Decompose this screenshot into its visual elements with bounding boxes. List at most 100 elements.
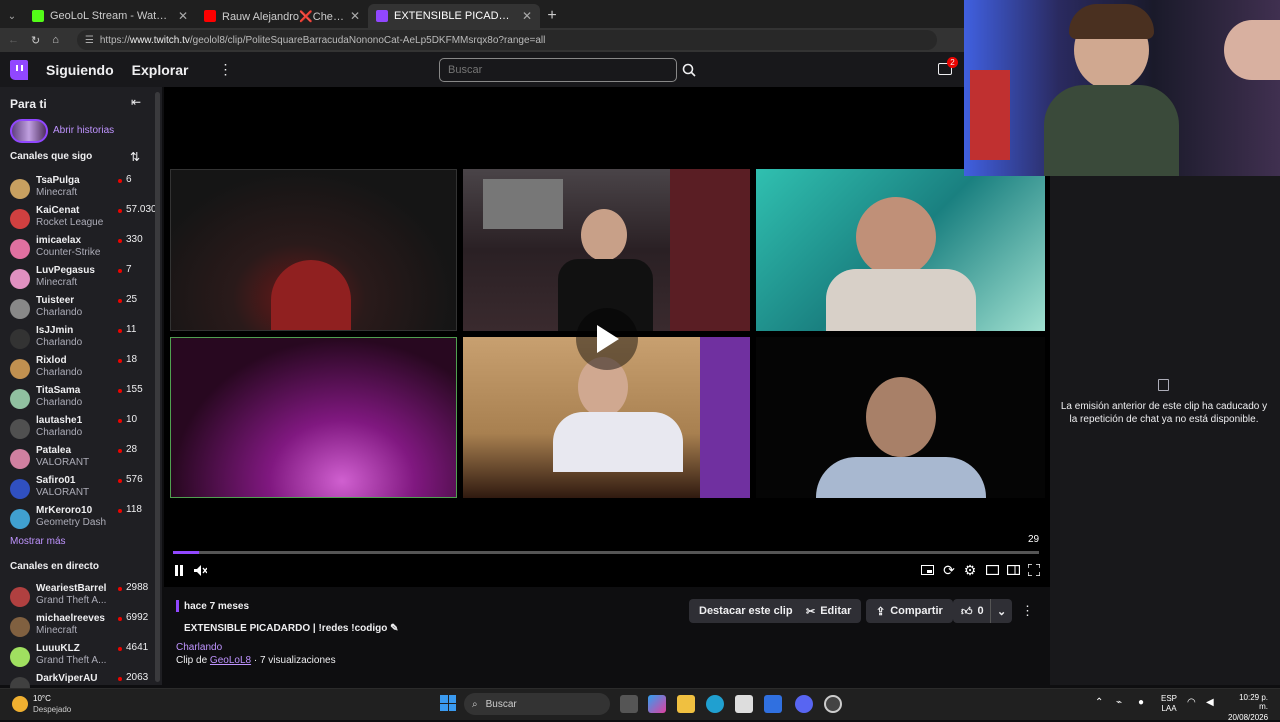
channel-name: DarkViperAU (36, 673, 98, 684)
avatar (10, 419, 30, 439)
loop-button[interactable]: ⟳ (942, 562, 956, 578)
sidebar-channel-tsapulga[interactable]: TsaPulga Minecraft 6 (0, 174, 152, 205)
chrome-icon[interactable] (824, 695, 842, 713)
task-view-icon[interactable] (620, 695, 638, 713)
stories-avatars[interactable] (10, 119, 48, 143)
browser-tab-3[interactable]: EXTENSIBLE PICADARDO | !redes |✕ (368, 4, 540, 28)
sidebar-channel-patalea[interactable]: Patalea VALORANT 28 (0, 444, 152, 475)
miniplayer-button[interactable] (920, 563, 934, 577)
volume-icon[interactable]: ◀ (1206, 697, 1214, 708)
close-tab-icon[interactable]: ✕ (178, 9, 188, 23)
new-tab-icon[interactable]: + (540, 4, 564, 28)
collapse-sidebar-icon[interactable]: ⇤ (131, 95, 141, 109)
sidebar-channel-lautashe1[interactable]: lautashe1 Charlando 10 (0, 414, 152, 445)
show-more-link[interactable]: Mostrar más (10, 536, 66, 547)
pencil-icon[interactable]: ✎ (390, 623, 398, 634)
close-tab-icon[interactable]: ✕ (522, 9, 532, 23)
sidebar-channel-weariestbarrel[interactable]: WeariestBarrel Grand Theft A... 2988 (0, 582, 152, 613)
microphone-icon[interactable]: ● (1138, 697, 1144, 708)
sidebar-channel-rixlod[interactable]: Rixlod Charlando 18 (0, 354, 152, 385)
sidebar-channel-titasama[interactable]: TitaSama Charlando 155 (0, 384, 152, 415)
weather-icon[interactable] (12, 696, 28, 712)
browser-tab-2[interactable]: Rauw Alejandro❌Chencho Corle✕ (196, 4, 368, 28)
sidebar-scrollbar[interactable] (155, 92, 160, 682)
sidebar-toggle-button[interactable] (1006, 563, 1020, 577)
sidebar-channel-luvpegasus[interactable]: LuvPegasus Minecraft 7 (0, 264, 152, 295)
play-button[interactable] (576, 308, 638, 370)
edge-icon[interactable] (706, 695, 724, 713)
mute-button[interactable] (193, 563, 207, 577)
copilot-icon[interactable] (648, 695, 666, 713)
twitch-logo-icon[interactable] (10, 59, 28, 80)
pause-button[interactable] (172, 563, 186, 577)
channel-link[interactable]: GeoLoL8 (210, 655, 251, 666)
channel-game: Charlando (36, 337, 83, 348)
back-icon[interactable]: ← (8, 34, 19, 46)
pause-icon (175, 564, 183, 576)
sidebar-channel-mrkeroro10[interactable]: MrKeroro10 Geometry Dash 118 (0, 504, 152, 535)
fullscreen-button[interactable] (1027, 563, 1041, 577)
sidebar-channel-michaelreeves[interactable]: michaelreeves Minecraft 6992 (0, 612, 152, 643)
url-field[interactable]: ☰ https://www.twitch.tv/geolol8/clip/Pol… (76, 30, 937, 50)
language-indicator[interactable]: ESP LAA (1161, 694, 1177, 714)
clip-category-link[interactable]: Charlando (176, 642, 222, 653)
video-time: 29 (1028, 534, 1040, 545)
channel-name: KaiCenat (36, 205, 80, 216)
volume-muted-icon (193, 564, 207, 576)
theatre-mode-button[interactable] (985, 563, 999, 577)
video-frame-1 (170, 169, 457, 331)
sort-icon[interactable]: ⇅ (130, 150, 140, 164)
tray-chevron-up-icon[interactable]: ⌃ (1095, 697, 1103, 708)
mail-icon[interactable] (764, 695, 782, 713)
windows-taskbar (0, 688, 1280, 720)
search-input[interactable] (439, 58, 677, 82)
windows-start-icon[interactable] (440, 695, 456, 711)
live-dot-icon (118, 269, 122, 273)
browser-tab-1[interactable]: GeoLoL Stream - Watch Live on K✕ (24, 4, 196, 28)
open-stories-link[interactable]: Abrir historias (53, 125, 114, 136)
sidebar-channel-imicaelax[interactable]: imicaelax Counter-Strike 330 (0, 234, 152, 265)
site-info-icon[interactable]: ☰ (85, 35, 94, 46)
more-options-icon[interactable]: ⋮ (1021, 603, 1034, 619)
sidebar-channel-isjjmin[interactable]: IsJJmin Charlando 11 (0, 324, 152, 355)
sidebar-channel-luuuklz[interactable]: LuuuKLZ Grand Theft A... 4641 (0, 642, 152, 673)
highlight-clip-button[interactable]: Destacar este clip (689, 599, 803, 623)
channel-name: IsJJmin (36, 325, 74, 336)
close-tab-icon[interactable]: ✕ (350, 9, 360, 23)
sidebar-channel-safiro01[interactable]: Safiro01 VALORANT 576 (0, 474, 152, 505)
like-dropdown-button[interactable]: ⌄ (990, 599, 1013, 623)
thumbs-up-icon: 👍︎ (961, 605, 973, 618)
live-dot-icon (118, 299, 122, 303)
sidebar-channel-tuisteer[interactable]: Tuisteer Charlando 25 (0, 294, 152, 325)
channel-game: Geometry Dash (36, 517, 107, 528)
discord-icon[interactable] (795, 695, 813, 713)
file-explorer-icon[interactable] (677, 695, 695, 713)
store-icon[interactable] (735, 695, 753, 713)
person-hoodie (1044, 85, 1179, 176)
webcam-overlay (964, 0, 1280, 176)
reload-icon[interactable]: ↻ (31, 34, 40, 47)
share-button[interactable]: ⇪ Compartir (866, 599, 953, 623)
channel-game: Counter-Strike (36, 247, 101, 258)
channel-game: VALORANT (36, 487, 90, 498)
avatar (10, 239, 30, 259)
settings-button[interactable]: ⚙ (963, 562, 977, 578)
tab-list-icon[interactable]: ⌄ (0, 4, 24, 28)
viewer-count: 2063 (126, 672, 149, 683)
search-button[interactable] (678, 58, 700, 82)
nav-following[interactable]: Siguiendo (46, 62, 114, 78)
like-button[interactable]: 👍︎ 0 (953, 599, 992, 623)
viewer-count: 4641 (126, 642, 149, 653)
clock[interactable]: 10:29 p. m. 20/08/2026 (1228, 693, 1268, 722)
seek-bar[interactable] (173, 551, 1039, 554)
network-icon[interactable]: ⌁ (1116, 697, 1122, 708)
clock-time: 10:29 p. m. (1239, 693, 1268, 711)
sidebar-channel-kaicenat[interactable]: KaiCenat Rocket League 57.030 (0, 204, 157, 235)
home-icon[interactable]: ⌂ (52, 34, 59, 46)
nav-browse[interactable]: Explorar (132, 62, 189, 78)
taskbar-search[interactable]: ⌕ Buscar (464, 693, 610, 715)
more-icon[interactable]: ⋮ (218, 61, 232, 78)
edit-button[interactable]: ✂ Editar (796, 599, 862, 623)
wifi-icon[interactable]: ◠ (1187, 697, 1196, 708)
avatar (10, 209, 30, 229)
